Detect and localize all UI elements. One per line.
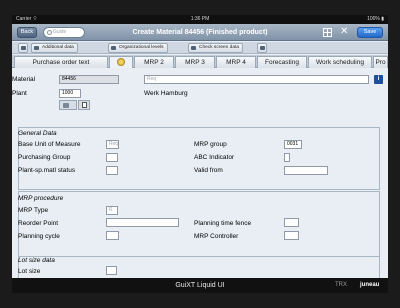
document-icon [82, 102, 87, 108]
purchasing-group-input[interactable] [106, 153, 118, 162]
tab-mrp-4[interactable]: MRP 4 [216, 56, 256, 68]
data-icon [34, 46, 39, 50]
planning-time-fence-label: Planning time fence [194, 220, 252, 227]
system-label: juneau [360, 282, 380, 288]
lot-size-input[interactable] [106, 266, 117, 275]
mrp-type-label: MRP Type [18, 207, 49, 214]
hierarchy-icon [63, 103, 69, 108]
additional-data-button[interactable]: Additional data [31, 43, 78, 53]
tab-forecasting[interactable]: Forecasting [257, 56, 307, 68]
page-title: Create Material 84456 (Finished product) [132, 29, 268, 36]
lot-size-title: Lot size data [18, 257, 55, 264]
material-field: 84456 [59, 75, 119, 84]
plant-label: Plant [12, 90, 27, 97]
ipad-frame: Carrier ⌔ 1:36 PM 100% ▮ Back Guide Crea… [0, 0, 400, 308]
navigation-bar: Back Guide Create Material 84456 (Finish… [12, 24, 388, 41]
plant-field[interactable]: 1000 [59, 89, 81, 98]
brand-label: GuiXT Liquid UI [175, 282, 225, 289]
material-description-input[interactable]: Req [144, 75, 369, 84]
grid-icon[interactable] [323, 28, 332, 37]
mrp-controller-input[interactable] [284, 231, 299, 240]
menu-icon [21, 46, 26, 50]
close-icon[interactable]: ✕ [340, 25, 348, 39]
purchasing-group-label: Purchasing Group [18, 154, 71, 161]
plant-sp-status-input[interactable] [106, 166, 118, 175]
reorder-point-label: Reorder Point [18, 220, 59, 227]
plant-sp-status-label: Plant-sp.matl status [18, 167, 76, 174]
tab-mrp-1[interactable] [109, 56, 133, 68]
tab-mrp-3[interactable]: MRP 3 [175, 56, 215, 68]
status-bar: Carrier ⌔ 1:36 PM 100% ▮ [12, 15, 388, 24]
tab-strip: Purchase order text MRP 2 MRP 3 MRP 4 Fo… [12, 55, 388, 68]
org-levels-label: Organizational levels [119, 45, 164, 50]
search-icon [47, 30, 52, 35]
planning-time-fence-input[interactable] [284, 218, 299, 227]
planning-cycle-input[interactable] [106, 231, 119, 240]
reorder-point-input[interactable] [106, 218, 179, 227]
check-screen-data-label: Check screen data [199, 45, 239, 50]
planning-cycle-label: Planning cycle [18, 233, 60, 240]
search-field[interactable]: Guide [43, 27, 85, 38]
valid-from-label: Valid from [194, 167, 223, 174]
tab-more[interactable]: Pro [373, 56, 388, 68]
mrp-controller-label: MRP Controller [194, 233, 239, 240]
plant-name: Werk Hamburg [144, 90, 188, 97]
abc-indicator-input[interactable] [284, 153, 290, 162]
clock: 1:36 PM [190, 16, 210, 22]
tab-work-scheduling[interactable]: Work scheduling [308, 56, 372, 68]
back-button[interactable]: Back [17, 27, 37, 38]
additional-data-label: Additional data [42, 45, 74, 50]
material-label: Material [12, 76, 36, 83]
mrp-type-input[interactable]: R [106, 206, 118, 215]
print-icon [260, 46, 265, 50]
check-screen-data-button[interactable]: Check screen data [188, 43, 243, 53]
mrp-procedure-title: MRP procedure [18, 195, 64, 202]
battery-indicator: 100% ▮ [367, 16, 384, 22]
action-toolbar: Additional data Organizational levels Ch… [12, 42, 388, 54]
transaction-label[interactable]: TRX [335, 278, 347, 293]
org-levels-button[interactable]: Organizational levels [108, 43, 168, 53]
menu-button[interactable] [18, 43, 28, 53]
check-icon [191, 46, 196, 50]
tab-purchase-order-text[interactable]: Purchase order text [14, 56, 108, 68]
org-icon [111, 46, 116, 50]
save-button[interactable]: Save [357, 27, 383, 38]
bottom-bar: GuiXT Liquid UI TRX juneau [12, 278, 388, 293]
base-uom-label: Base Unit of Measure [18, 141, 81, 148]
sap-emblem-icon [117, 58, 125, 66]
print-button[interactable] [257, 43, 267, 53]
valid-from-input[interactable] [284, 166, 328, 175]
info-button[interactable]: i [374, 75, 383, 84]
mrp-group-input[interactable]: 0031 [284, 140, 302, 149]
general-data-title: General Data [18, 130, 57, 137]
base-uom-input[interactable]: Req [106, 140, 119, 149]
tab-mrp-2[interactable]: MRP 2 [134, 56, 174, 68]
app-screen: Carrier ⌔ 1:36 PM 100% ▮ Back Guide Crea… [12, 15, 388, 293]
document-button[interactable] [78, 100, 90, 110]
search-placeholder: Guide [53, 29, 67, 35]
mrp-group-label: MRP group [194, 141, 227, 148]
abc-indicator-label: ABC Indicator [194, 154, 235, 161]
org-hierarchy-button[interactable] [59, 100, 77, 110]
lot-size-label: Lot size [18, 268, 41, 275]
